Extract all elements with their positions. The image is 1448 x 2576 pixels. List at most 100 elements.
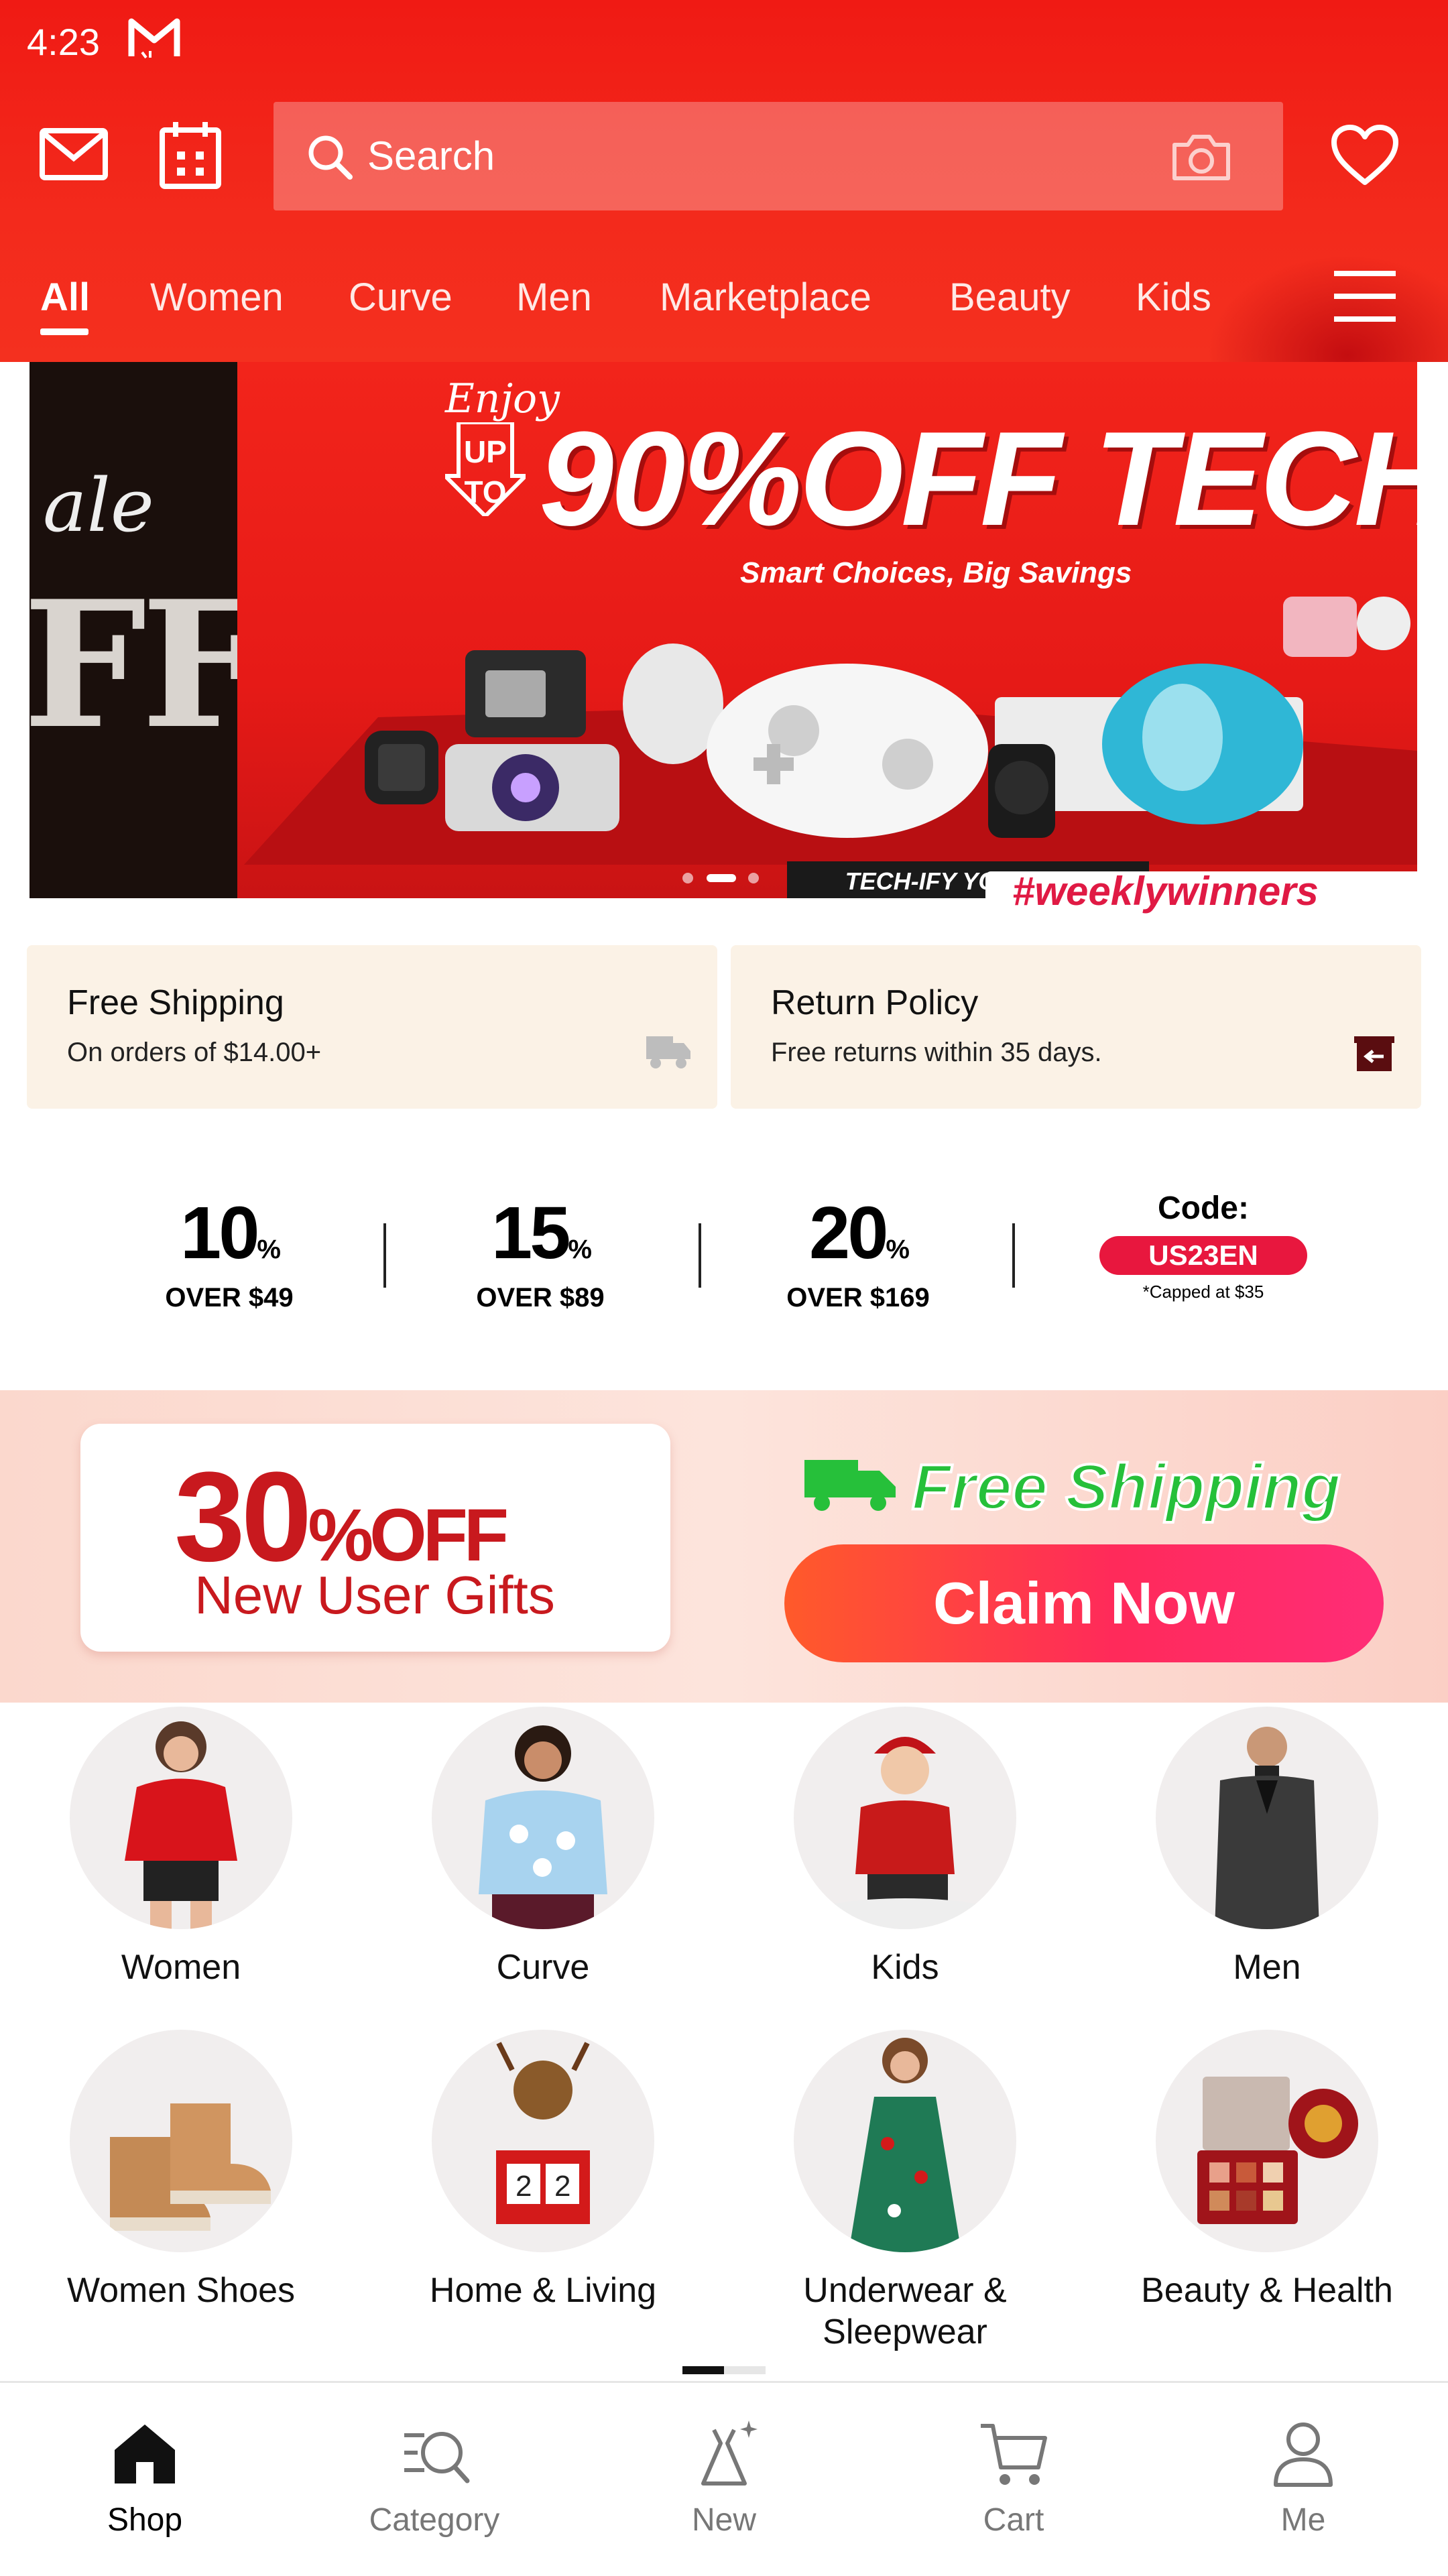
promo-code-value: US23EN	[1099, 1236, 1307, 1275]
coupon-20-off[interactable]: 20% OVER $169	[771, 1197, 945, 1313]
nav-label: Me	[1280, 2502, 1326, 2538]
promo-ticket: 30%OFF New User Gifts	[80, 1424, 670, 1652]
coupon-10-percent: 10%	[149, 1197, 310, 1283]
banner-pagination	[682, 873, 759, 883]
banner-left-big-text: FF!	[29, 563, 237, 768]
banner-hashtag: #weeklywinners	[985, 871, 1441, 912]
christmas-calendar-image: 2 2	[496, 2042, 590, 2224]
coupon-15-pct-sign: %	[568, 1235, 592, 1264]
makeup-palette-image	[1197, 2077, 1358, 2224]
category-label: Underwear & Sleepwear	[803, 2271, 1007, 2351]
category-home-living-image: 2 2	[432, 2030, 654, 2252]
coupon-15-percent: 15%	[460, 1197, 621, 1283]
promo-new-user-gifts: New User Gifts	[194, 1565, 555, 1625]
promo-free-shipping: Free Shipping	[910, 1450, 1342, 1524]
promo-code-box[interactable]: Code: US23EN *Capped at $35	[1099, 1190, 1307, 1302]
nav-label: Category	[369, 2502, 500, 2538]
coupon-15-off[interactable]: 15% OVER $89	[460, 1197, 621, 1313]
category-women-image	[70, 1707, 292, 1929]
coupon-20-condition: OVER $169	[786, 1283, 930, 1312]
tab-all[interactable]: All	[40, 275, 90, 320]
tab-beauty[interactable]: Beauty	[949, 275, 1071, 320]
kids-model-image	[811, 1737, 999, 1929]
category-tabs: All Women Curve Men Marketplace Beauty K…	[0, 268, 1448, 342]
category-beauty-health[interactable]: Beauty & Health	[1086, 2030, 1448, 2311]
calendar-icon[interactable]	[158, 121, 223, 190]
tab-kids[interactable]: Kids	[1136, 275, 1211, 320]
category-label: Men	[1233, 1948, 1301, 1987]
category-curve[interactable]: Curve	[362, 1707, 724, 1988]
return-box-icon	[1354, 1036, 1394, 1071]
category-men-image	[1156, 1707, 1378, 1929]
category-underwear-sleepwear[interactable]: Underwear & Sleepwear	[724, 2030, 1086, 2353]
coupon-divider	[699, 1223, 701, 1288]
curve-model-image	[479, 1725, 607, 1929]
category-home-living[interactable]: 2 2 Home & Living	[362, 2030, 724, 2311]
tab-marketplace[interactable]: Marketplace	[660, 275, 871, 320]
coupon-10-off[interactable]: 10% OVER $49	[149, 1197, 310, 1313]
banner-left-sale-text: ale	[43, 463, 154, 548]
claim-now-button[interactable]: Claim Now	[784, 1544, 1384, 1662]
search-icon	[308, 135, 353, 180]
category-women-shoes-image	[70, 2030, 292, 2252]
category-curve-image	[432, 1707, 654, 1929]
return-policy-title: Return Policy	[771, 983, 979, 1022]
nav-label: Shop	[107, 2502, 183, 2538]
coupon-10-condition: OVER $49	[165, 1283, 294, 1312]
hero-banner[interactable]: ale FF! Enjoy UP TO 90%OFF TECH! Smart C…	[29, 362, 1417, 898]
category-beauty-health-image	[1156, 2030, 1378, 2252]
tab-women[interactable]: Women	[150, 275, 284, 320]
category-label: Beauty & Health	[1141, 2271, 1393, 2310]
coupon-20-percent: 20%	[771, 1197, 945, 1283]
men-model-image	[1215, 1727, 1319, 1929]
coupon-20-value: 20	[809, 1192, 888, 1274]
women-model-image	[125, 1721, 237, 1929]
nav-cart[interactable]: Cart	[913, 2416, 1114, 2538]
free-shipping-title: Free Shipping	[67, 983, 284, 1022]
category-kids-image	[794, 1707, 1016, 1929]
return-policy-card[interactable]: Return Policy Free returns within 35 day…	[731, 945, 1421, 1109]
promo-code-note: *Capped at $35	[1142, 1282, 1264, 1302]
category-label: Women	[121, 1948, 241, 1987]
nav-category[interactable]: Category	[334, 2416, 535, 2538]
category-page-indicator	[682, 2366, 766, 2374]
category-kids[interactable]: Kids	[724, 1707, 1086, 1988]
home-icon	[115, 2425, 175, 2483]
nav-label: Cart	[983, 2502, 1044, 2538]
category-label: Kids	[871, 1948, 939, 1987]
new-dress-icon	[701, 2420, 758, 2486]
category-men[interactable]: Men	[1086, 1707, 1448, 1988]
new-user-promo-banner[interactable]: 30%OFF New User Gifts Free Shipping Clai…	[0, 1390, 1448, 1703]
wishlist-heart-icon[interactable]	[1330, 123, 1400, 188]
free-shipping-card[interactable]: Free Shipping On orders of $14.00+	[27, 945, 717, 1109]
coupon-divider	[1012, 1223, 1015, 1288]
camera-icon[interactable]	[1170, 131, 1232, 182]
mail-icon[interactable]	[39, 127, 109, 181]
nav-new[interactable]: New	[623, 2416, 825, 2538]
tab-curve[interactable]: Curve	[349, 275, 452, 320]
tab-men[interactable]: Men	[516, 275, 592, 320]
nav-me[interactable]: Me	[1203, 2416, 1404, 2538]
banner-up-to-text: UP TO	[464, 434, 507, 509]
menu-icon[interactable]	[1334, 268, 1396, 324]
gmail-status-icon	[128, 18, 180, 59]
category-label: Home & Living	[429, 2271, 657, 2310]
category-underwear-sleepwear-image	[794, 2030, 1016, 2252]
svg-text:2: 2	[554, 2170, 570, 2203]
shipping-truck-icon	[804, 1460, 896, 1511]
banner-previous-slide: ale FF!	[29, 362, 237, 898]
cart-icon	[981, 2424, 1047, 2485]
nav-shop[interactable]: Shop	[44, 2416, 245, 2538]
category-women[interactable]: Women	[0, 1707, 362, 1988]
status-time: 4:23	[27, 21, 100, 63]
banner-up-to-badge: UP TO	[445, 422, 526, 516]
coupon-15-condition: OVER $89	[476, 1283, 605, 1312]
banner-products-illustration	[244, 597, 1417, 865]
category-label: Women Shoes	[66, 2271, 296, 2310]
return-policy-subtitle: Free returns within 35 days.	[771, 1038, 1102, 1067]
sleepwear-model-image	[849, 2038, 961, 2252]
bottom-navigation: Shop Category New Cart Me	[0, 2381, 1448, 2576]
category-women-shoes[interactable]: Women Shoes	[0, 2030, 362, 2311]
coupon-20-pct-sign: %	[886, 1235, 910, 1264]
search-bar[interactable]: Search	[274, 102, 1283, 210]
